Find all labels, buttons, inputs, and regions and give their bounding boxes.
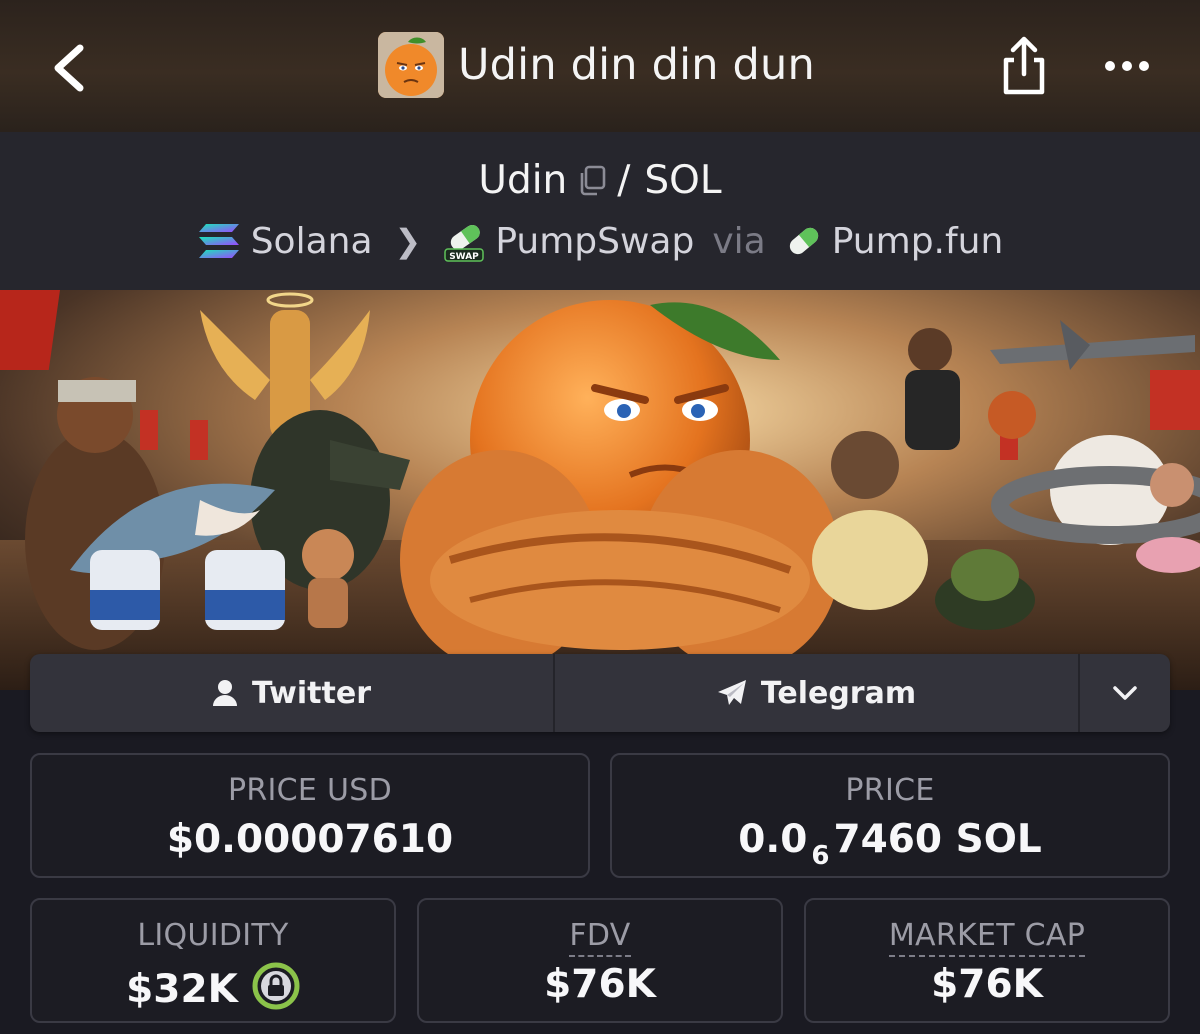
price-native-suffix: 7460 SOL (833, 817, 1042, 862)
fdv-label[interactable]: FDV (419, 918, 781, 957)
more-links-button[interactable] (1080, 654, 1170, 732)
more-options-button[interactable] (1100, 48, 1154, 84)
chevron-right-icon: ❯ (394, 222, 422, 260)
user-icon (213, 680, 237, 706)
pumpswap-icon: SWAP (444, 225, 485, 262)
dex-badge-text: SWAP (450, 252, 480, 262)
fdv-value: $76K (544, 962, 656, 1007)
price-native-prefix: 0.0 (738, 817, 808, 862)
market-cap-card: MARKET CAP $76K (804, 898, 1170, 1023)
dex-link[interactable]: SWAP PumpSwap (443, 219, 694, 263)
fdv-label-text: FDV (569, 918, 631, 957)
liquidity-value: $32K (32, 962, 394, 1012)
price-native-label: PRICE (845, 773, 935, 808)
via-label: via (712, 220, 766, 262)
telegram-label: Telegram (760, 675, 917, 711)
price-usd-label: PRICE USD (227, 773, 393, 808)
telegram-button[interactable]: Telegram (555, 654, 1080, 732)
price-usd-card: PRICE USD $0.00007610 (30, 753, 590, 878)
top-bar: Udin din din dun (0, 0, 1200, 132)
pair-separator: / (617, 157, 631, 203)
market-cap-value: $76K (931, 962, 1043, 1007)
quote-token-symbol: SOL (644, 157, 722, 203)
liquidity-amount: $32K (126, 967, 238, 1012)
liquidity-label: LIQUIDITY (137, 918, 289, 953)
market-cap-label[interactable]: MARKET CAP (806, 918, 1168, 957)
chevron-left-icon (54, 44, 84, 92)
dex-name: PumpSwap (495, 220, 695, 262)
fdv-card: FDV $76K (417, 898, 783, 1023)
token-banner-image (0, 290, 1200, 690)
price-usd-value: $0.00007610 (166, 817, 454, 862)
social-links-bar: Twitter Telegram (30, 654, 1170, 732)
twitter-button[interactable]: Twitter (30, 654, 555, 732)
launchpad-link[interactable]: Pump.fun (784, 220, 1004, 262)
launchpad-name: Pump.fun (831, 220, 1004, 262)
share-icon (1003, 36, 1045, 95)
back-button[interactable] (44, 36, 96, 100)
liquidity-card: LIQUIDITY $32K (30, 898, 396, 1023)
twitter-label: Twitter (252, 675, 371, 711)
chevron-down-icon (1113, 686, 1137, 700)
token-avatar (378, 32, 444, 98)
price-native-card: PRICE 0.0 6 7460 SOL (610, 753, 1170, 878)
price-native-zero-count: 6 (811, 841, 830, 871)
price-native-value: 0.0 6 7460 SOL (612, 817, 1168, 871)
share-button[interactable] (998, 34, 1050, 98)
base-token-symbol: Udin (478, 157, 568, 203)
chain-name: Solana (250, 220, 373, 262)
page-title: Udin din din dun (458, 40, 815, 90)
market-cap-label-text: MARKET CAP (888, 918, 1086, 957)
solana-icon (198, 224, 239, 258)
copy-icon[interactable] (577, 164, 607, 196)
chain-link[interactable]: Solana (197, 221, 373, 262)
pumpfun-icon (789, 227, 818, 255)
lock-icon[interactable] (252, 962, 300, 1010)
pair-route: Solana ❯ SWAP PumpSwap via Pump.fun (0, 214, 1200, 268)
more-horizontal-icon (1105, 61, 1149, 71)
telegram-icon (717, 680, 746, 705)
token-title: Udin din din dun (378, 32, 815, 98)
pair-name: Udin / SOL (0, 152, 1200, 208)
